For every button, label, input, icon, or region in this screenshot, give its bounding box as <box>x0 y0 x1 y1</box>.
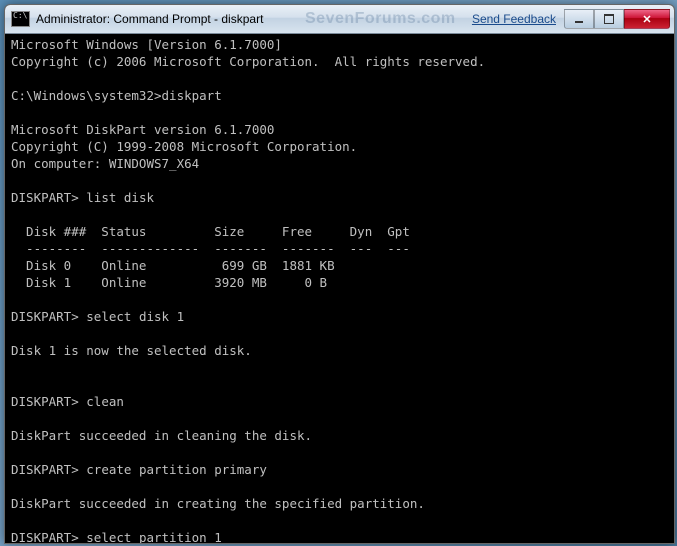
msg-create-partition: DiskPart succeeded in creating the speci… <box>11 496 425 511</box>
disk-table-row: Disk 0 Online 699 GB 1881 KB <box>11 258 335 273</box>
cmd-clean: clean <box>86 394 124 409</box>
window-controls <box>564 9 670 29</box>
cmd-create-partition: create partition primary <box>86 462 267 477</box>
watermark: SevenForums.com <box>305 10 456 28</box>
diskpart-copyright: Copyright (C) 1999-2008 Microsoft Corpor… <box>11 139 357 154</box>
os-copyright: Copyright (c) 2006 Microsoft Corporation… <box>11 54 485 69</box>
minimize-button[interactable] <box>564 9 594 29</box>
command-prompt-window: C:\ Administrator: Command Prompt - disk… <box>4 4 675 544</box>
disk-table-separator: -------- ------------- ------- ------- -… <box>11 241 410 256</box>
shell-prompt-line: C:\Windows\system32>diskpart <box>11 88 222 103</box>
os-version: Microsoft Windows [Version 6.1.7000] <box>11 37 282 52</box>
disk-table-row: Disk 1 Online 3920 MB 0 B <box>11 275 327 290</box>
dp-prompt: DISKPART> <box>11 394 86 409</box>
cmd-list-disk: list disk <box>86 190 154 205</box>
diskpart-version: Microsoft DiskPart version 6.1.7000 <box>11 122 274 137</box>
diskpart-computer: On computer: WINDOWS7_X64 <box>11 156 199 171</box>
dp-prompt: DISKPART> <box>11 190 86 205</box>
maximize-button[interactable] <box>594 9 624 29</box>
send-feedback-link[interactable]: Send Feedback <box>472 12 556 26</box>
titlebar[interactable]: C:\ Administrator: Command Prompt - disk… <box>5 5 674 34</box>
window-title: Administrator: Command Prompt - diskpart <box>36 12 263 26</box>
cmd-icon: C:\ <box>11 11 30 27</box>
msg-select-disk: Disk 1 is now the selected disk. <box>11 343 252 358</box>
dp-prompt: DISKPART> <box>11 462 86 477</box>
disk-table-header: Disk ### Status Size Free Dyn Gpt <box>11 224 410 239</box>
dp-prompt: DISKPART> <box>11 309 86 324</box>
close-button[interactable] <box>624 9 670 29</box>
msg-clean: DiskPart succeeded in cleaning the disk. <box>11 428 312 443</box>
dp-prompt: DISKPART> <box>11 530 86 543</box>
terminal-output[interactable]: Microsoft Windows [Version 6.1.7000] Cop… <box>5 34 674 543</box>
cmd-select-disk: select disk 1 <box>86 309 184 324</box>
cmd-select-partition: select partition 1 <box>86 530 221 543</box>
